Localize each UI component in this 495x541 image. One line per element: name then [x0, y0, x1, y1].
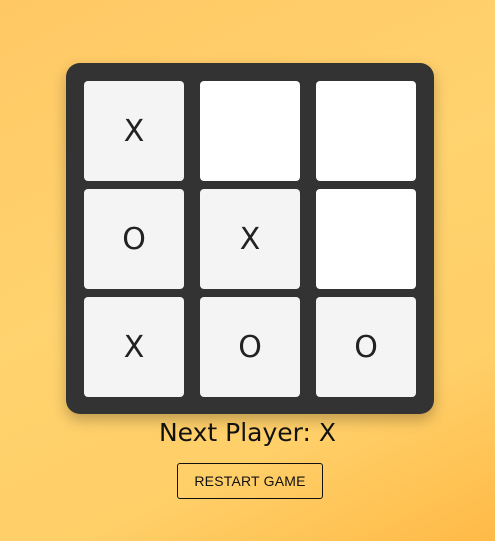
board-cell-1[interactable]: X: [84, 81, 184, 181]
board-cell-4[interactable]: O: [84, 189, 184, 289]
board-cell-2[interactable]: [200, 81, 300, 181]
board-cell-5[interactable]: X: [200, 189, 300, 289]
board-cell-8[interactable]: O: [200, 297, 300, 397]
board-cell-7[interactable]: X: [84, 297, 184, 397]
game-board: X O X X O O: [66, 63, 434, 414]
board-cell-9[interactable]: O: [316, 297, 416, 397]
restart-game-button[interactable]: RESTART GAME: [177, 463, 323, 499]
next-player-status: Next Player: X: [158, 418, 337, 447]
board-cell-6[interactable]: [316, 189, 416, 289]
board-cell-3[interactable]: [316, 81, 416, 181]
